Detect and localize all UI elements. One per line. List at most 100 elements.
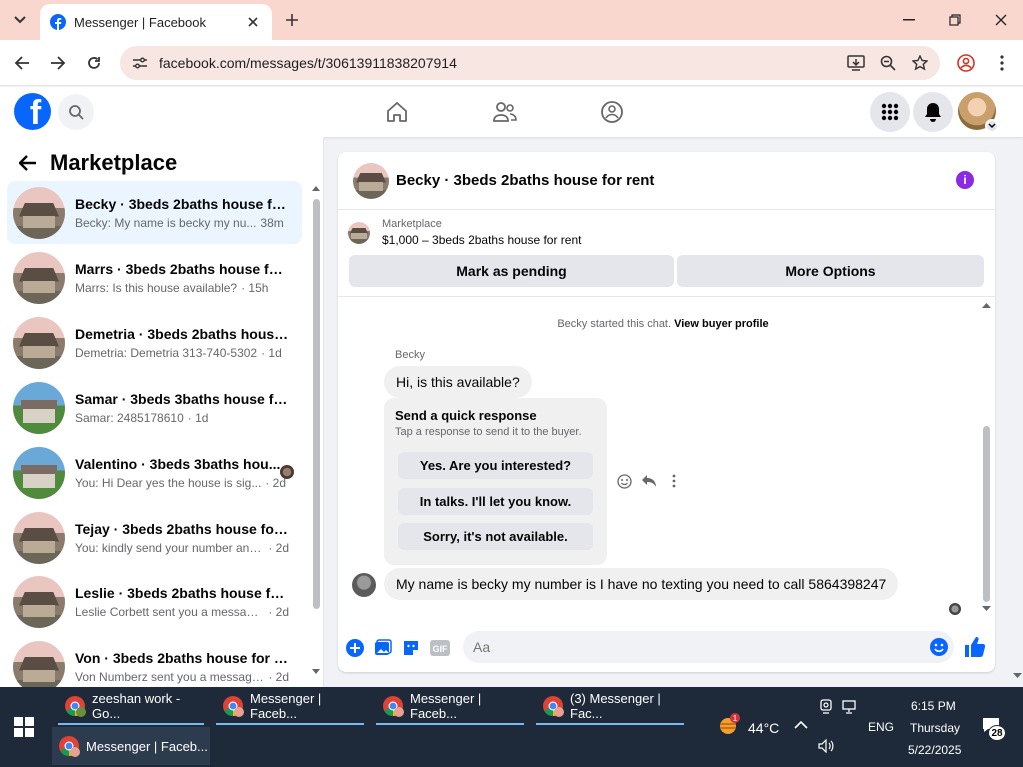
sidebar-scrollbar[interactable] <box>312 185 320 675</box>
weather-temp[interactable]: 44°C <box>748 720 779 736</box>
notification-center-icon[interactable]: 28 <box>982 717 1006 741</box>
reload-icon[interactable] <box>82 51 106 75</box>
maximize-icon[interactable] <box>932 0 978 40</box>
quick-response-button[interactable]: Yes. Are you interested? <box>398 452 593 479</box>
conversation-item[interactable]: Von · 3beds 2baths house for rent Von Num… <box>7 635 302 687</box>
reply-icon[interactable] <box>640 472 658 490</box>
tab-close-icon[interactable] <box>244 13 262 31</box>
chat-title[interactable]: Becky · 3beds 2baths house for rent <box>396 172 654 189</box>
conversation-time: · 1d <box>187 410 209 425</box>
conversation-item[interactable]: Samar · 3beds 3baths house for ... Samar:… <box>7 376 302 439</box>
back-arrow-icon[interactable] <box>10 51 34 75</box>
react-emoji-icon[interactable] <box>615 472 633 490</box>
meet-now-icon[interactable] <box>819 699 833 715</box>
notifications-button[interactable] <box>913 92 953 132</box>
facebook-header: f <box>0 87 1023 137</box>
browser-tab-bar: Messenger | Facebook <box>0 0 1023 40</box>
conversation-name: Marrs · 3beds 2baths house for ... <box>75 260 289 277</box>
clock-day[interactable]: Thursday <box>910 721 960 735</box>
message-bubble[interactable]: Hi, is this available? <box>384 366 532 398</box>
mark-pending-button[interactable]: Mark as pending <box>349 255 674 287</box>
back-arrow-icon[interactable] <box>14 149 42 177</box>
sender-name: Becky <box>395 349 425 361</box>
quick-response-button[interactable]: Sorry, it's not available. <box>398 523 593 550</box>
page-scrollbar[interactable] <box>1012 137 1023 687</box>
profile-icon[interactable] <box>954 51 978 75</box>
sender-avatar[interactable] <box>352 573 376 597</box>
message-input[interactable] <box>463 631 954 663</box>
conversation-avatar <box>13 446 65 499</box>
conversation-time: · 2d <box>268 540 289 555</box>
info-icon[interactable]: i <box>956 171 974 189</box>
listing-thumbnail[interactable] <box>353 162 389 199</box>
window-close-icon[interactable] <box>978 0 1023 40</box>
taskbar-app-button[interactable]: zeeshan work - Go... <box>58 687 208 725</box>
new-tab-icon[interactable] <box>282 10 302 30</box>
menu-grid-button[interactable] <box>870 92 910 132</box>
conversation-preview: Becky: My name is becky my nu... <box>75 215 257 230</box>
chevron-down-icon[interactable] <box>985 119 999 133</box>
plus-circle-icon[interactable] <box>345 638 365 658</box>
friends-icon[interactable] <box>492 99 518 125</box>
message-bubble[interactable]: My name is becky my number is I have no … <box>384 568 899 600</box>
network-icon[interactable] <box>842 699 858 715</box>
site-info-icon[interactable] <box>130 53 150 73</box>
conversation-name: Valentino · 3beds 3baths hou... <box>75 455 281 472</box>
windows-taskbar: zeeshan work - Go... Messenger | Faceb...… <box>0 687 1023 767</box>
minimize-icon[interactable] <box>886 0 932 40</box>
listing-row[interactable]: Marketplace $1,000 – 3beds 2baths house … <box>348 218 581 247</box>
conversation-time: · 2d <box>268 604 289 619</box>
language-indicator[interactable]: ENG <box>868 720 894 734</box>
facebook-logo-icon[interactable]: f <box>14 93 51 130</box>
more-options-button[interactable]: More Options <box>677 255 984 287</box>
conversation-avatar <box>13 381 65 434</box>
taskbar-app-button[interactable]: Messenger | Faceb... <box>52 727 210 765</box>
weather-icon[interactable]: 1 <box>718 713 740 736</box>
browser-tab[interactable]: Messenger | Facebook <box>40 4 272 40</box>
conversation-item[interactable]: Tejay · 3beds 2baths house for r... You: … <box>7 506 302 569</box>
chat-scrollbar[interactable] <box>981 302 991 612</box>
tab-search-button[interactable] <box>8 8 32 32</box>
install-app-icon[interactable] <box>844 51 868 75</box>
home-icon[interactable] <box>384 99 410 125</box>
conversation-name: Tejay · 3beds 2baths house for r... <box>75 520 289 537</box>
address-bar[interactable]: facebook.com/messages/t/3061391183820791… <box>120 46 940 80</box>
view-buyer-profile-link[interactable]: View buyer profile <box>674 318 769 330</box>
conversation-avatar <box>13 251 65 304</box>
conversation-item[interactable]: Demetria · 3beds 2baths house ... Demetri… <box>7 311 302 374</box>
url-text[interactable]: facebook.com/messages/t/3061391183820791… <box>159 55 844 71</box>
zoom-icon[interactable] <box>876 51 900 75</box>
clock-time[interactable]: 6:15 PM <box>911 699 956 713</box>
conversation-preview: You: Hi Dear yes the house is sig... <box>75 475 262 490</box>
photo-icon[interactable] <box>373 638 393 658</box>
conversation-item[interactable]: Becky · 3beds 2baths house for ... Becky:… <box>7 181 302 244</box>
volume-icon[interactable] <box>818 739 834 753</box>
more-vertical-icon[interactable] <box>665 472 683 490</box>
chevron-up-icon[interactable] <box>794 721 808 729</box>
thumbs-up-icon[interactable] <box>964 636 986 658</box>
quick-response-button[interactable]: In talks. I'll let you know. <box>398 488 593 515</box>
conversation-item[interactable]: Valentino · 3beds 3baths hou... You: Hi D… <box>7 441 302 504</box>
forward-arrow-icon[interactable] <box>46 51 70 75</box>
emoji-icon[interactable] <box>929 637 949 657</box>
search-button[interactable] <box>58 94 94 130</box>
taskbar-app-button[interactable]: Messenger | Faceb... <box>376 687 528 725</box>
taskbar-app-button[interactable]: Messenger | Faceb... <box>216 687 368 725</box>
scroll-up-icon <box>982 303 991 308</box>
sticker-icon[interactable] <box>401 638 421 658</box>
groups-icon[interactable] <box>599 99 625 125</box>
scroll-down-icon <box>982 606 991 611</box>
clock-date[interactable]: 5/22/2025 <box>908 743 961 757</box>
account-avatar[interactable] <box>958 92 999 133</box>
listing-price: $1,000 – 3beds 2baths house for rent <box>382 233 582 247</box>
bookmark-star-icon[interactable] <box>908 51 932 75</box>
gif-icon[interactable]: GIF <box>430 638 450 658</box>
browser-menu-icon[interactable] <box>990 51 1014 75</box>
chat-header: Becky · 3beds 2baths house for rent i <box>338 152 995 210</box>
conversation-item[interactable]: Leslie · 3beds 2baths house for r... Lesl… <box>7 570 302 633</box>
conversation-item[interactable]: Marrs · 3beds 2baths house for ... Marrs:… <box>7 246 302 309</box>
taskbar-app-button[interactable]: (3) Messenger | Fac... <box>536 687 688 725</box>
sidebar-header: Marketplace <box>14 149 177 177</box>
quick-response-subtitle: Tap a response to send it to the buyer. <box>395 426 582 438</box>
windows-start-icon[interactable] <box>14 717 34 737</box>
